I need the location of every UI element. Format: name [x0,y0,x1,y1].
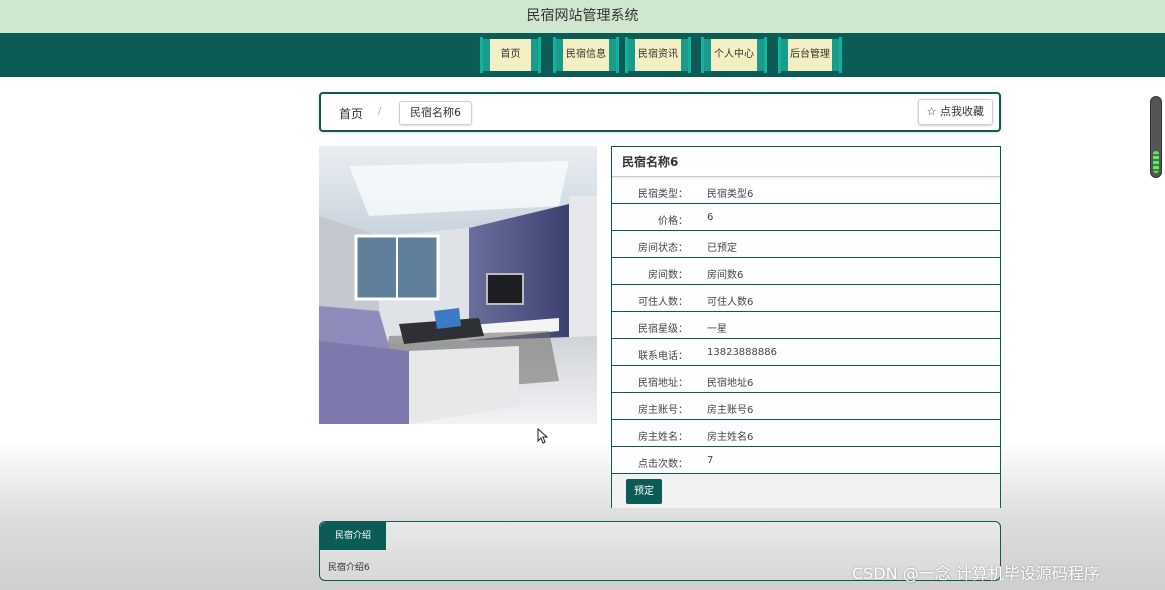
detail-value: 房间数6 [707,270,744,281]
homestay-intro-text: 民宿介绍6 [328,563,370,573]
site-title: 民宿网站管理系统 [526,8,639,24]
nav-item-homestay-news[interactable]: 民宿资讯 [625,37,691,73]
detail-label: 民宿类型： [638,189,688,200]
page-scrollbar[interactable] [1150,96,1162,178]
breadcrumb: 首页 / 民宿名称6 ☆ 点我收藏 [319,92,1001,132]
detail-row-address: 民宿地址： 民宿地址6 [612,366,1000,393]
detail-row-price: 价格： 6 [612,204,1000,231]
mouse-pointer-icon [537,427,549,448]
scrollbar-thumb[interactable] [1153,151,1159,173]
detail-row-type: 民宿类型： 民宿类型6 [612,177,1000,204]
homestay-name-title: 民宿名称6 [612,147,1000,177]
detail-value: 房主账号6 [707,405,754,416]
nav-item-homestay-info[interactable]: 民宿信息 [553,37,619,73]
detail-value: 民宿地址6 [707,378,754,389]
detail-value: 可住人数6 [707,297,754,308]
room-photo [319,146,597,424]
detail-value: 房主姓名6 [707,432,754,443]
detail-value: 6 [707,212,714,223]
book-button[interactable]: 预定 [626,479,662,504]
detail-value: 一星 [707,324,727,335]
detail-value: 13823888886 [707,347,777,358]
detail-row-owner-name: 房主姓名： 房主姓名6 [612,420,1000,447]
watermark: CSDN @一念 计算机毕设源码程序 [852,564,1100,583]
detail-row-owner-account: 房主账号： 房主账号6 [612,393,1000,420]
breadcrumb-current: 民宿名称6 [399,101,472,125]
detail-row-phone: 联系电话： 13823888886 [612,339,1000,366]
detail-value: 已预定 [707,243,737,254]
nav-item-home[interactable]: 首页 [480,37,541,73]
detail-label: 点击次数： [638,459,688,470]
detail-value: 民宿类型6 [707,189,754,200]
detail-label: 民宿地址： [638,378,688,389]
breadcrumb-home-link[interactable]: 首页 [339,105,363,122]
homestay-details-panel: 民宿名称6 民宿类型： 民宿类型6 价格： 6 房间状态： 已预定 房间数： 房间数6 … [611,146,1001,508]
detail-label: 房主账号： [638,405,688,416]
detail-label: 房间状态： [638,243,688,254]
nav-item-admin[interactable]: 后台管理 [778,37,842,73]
detail-label: 房间数： [648,270,688,281]
breadcrumb-separator: / [378,106,382,117]
detail-label: 可住人数： [638,297,688,308]
booking-row: 预定 [612,474,1000,508]
detail-row-capacity: 可住人数： 可住人数6 [612,285,1000,312]
detail-row-room-count: 房间数： 房间数6 [612,258,1000,285]
site-title-bar: 民宿网站管理系统 [0,0,1165,33]
detail-row-click-count: 点击次数： 7 [612,447,1000,474]
detail-row-room-status: 房间状态： 已预定 [612,231,1000,258]
detail-row-star-rating: 民宿星级： 一星 [612,312,1000,339]
detail-label: 价格： [658,216,688,227]
nav-item-personal-center[interactable]: 个人中心 [701,37,767,73]
favorite-button[interactable]: ☆ 点我收藏 [917,99,993,125]
detail-label: 房主姓名： [638,432,688,443]
detail-label: 联系电话： [638,351,688,362]
tab-homestay-intro[interactable]: 民宿介绍 [320,522,386,550]
detail-label: 民宿星级： [638,324,688,335]
living-room-image [319,146,597,424]
detail-value: 7 [707,455,714,466]
main-nav: 首页 民宿信息 民宿资讯 个人中心 后台管理 [0,33,1165,77]
